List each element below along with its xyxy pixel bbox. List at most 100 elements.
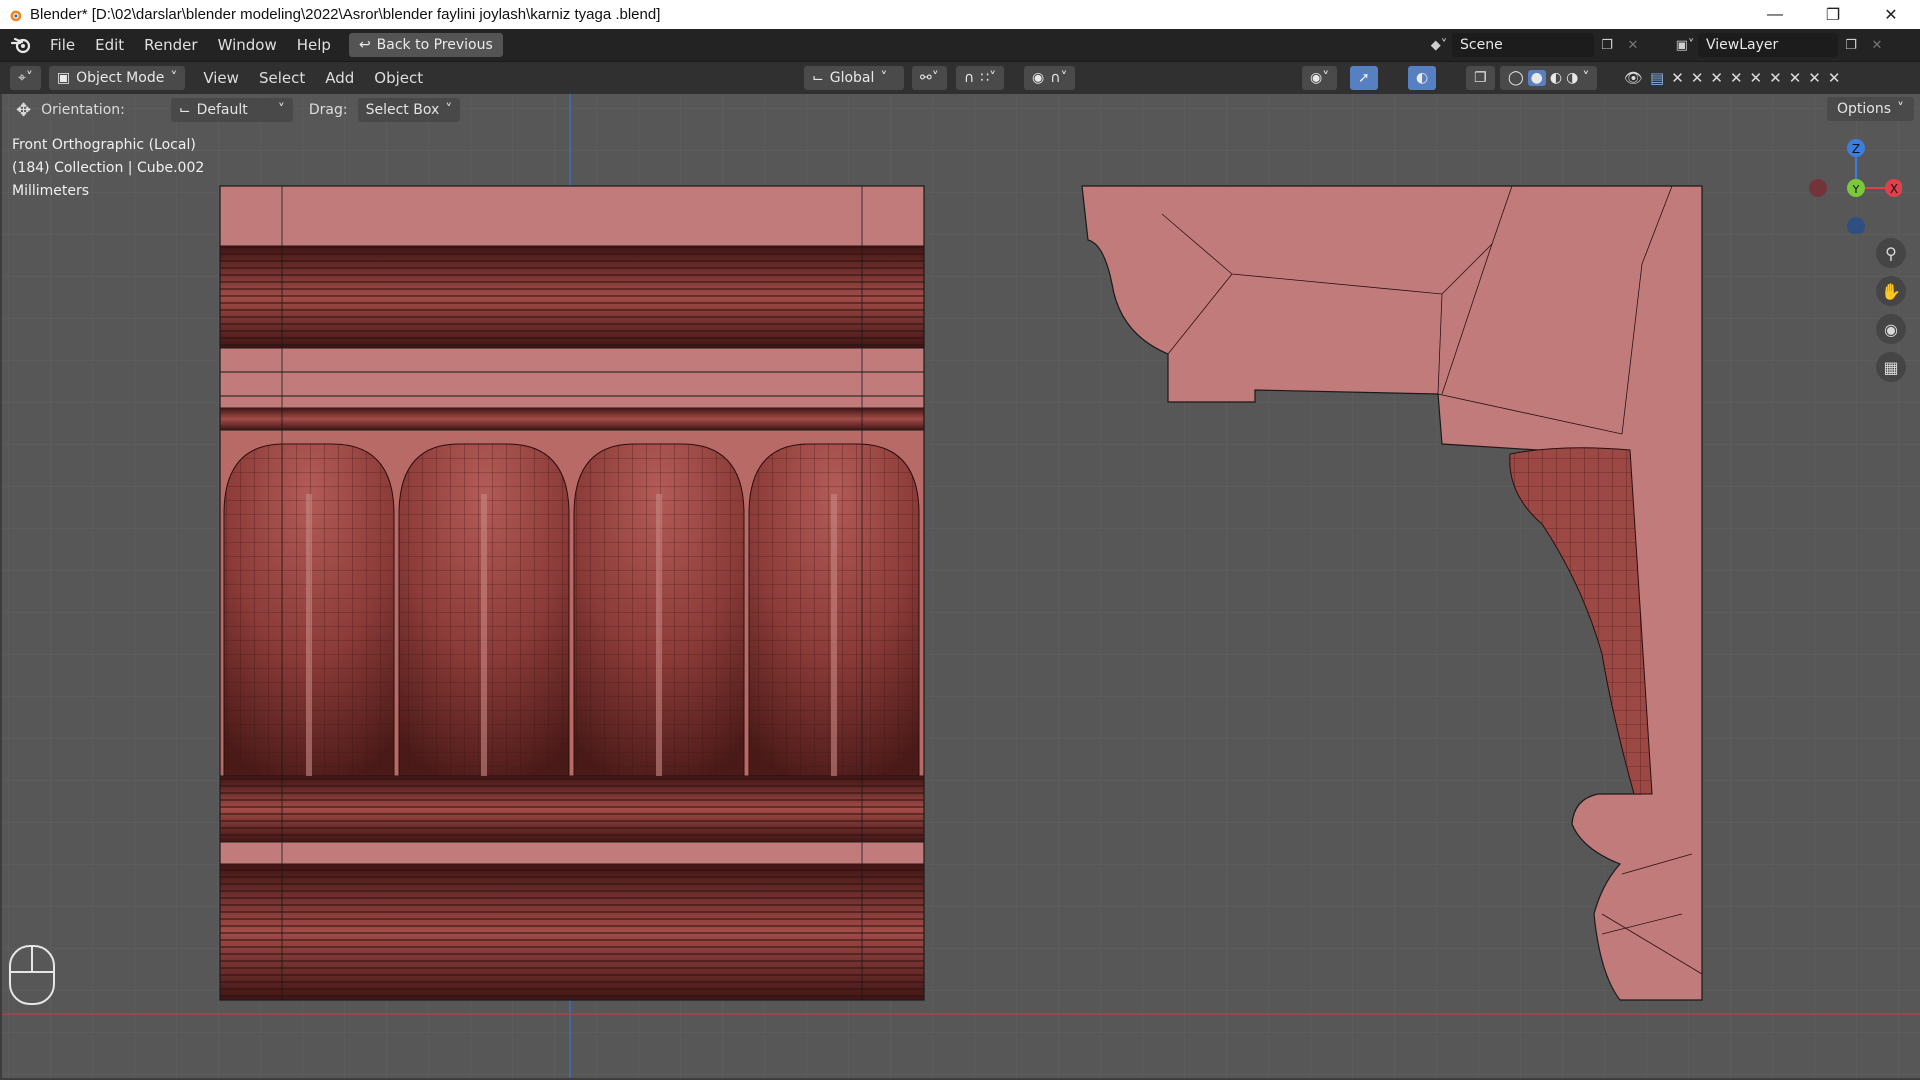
object-mode-icon: ▣ xyxy=(56,70,71,86)
rendered-shading-icon[interactable]: ◑ xyxy=(1566,70,1578,86)
visibility-dropdown[interactable]: ◉˅ xyxy=(1302,66,1338,90)
collection-disabled-icon[interactable]: ✕ xyxy=(1750,69,1763,87)
options-dropdown[interactable]: Options ˅ xyxy=(1826,97,1914,121)
tool-settings-bar: ✥ Orientation: ⌙ Default ˅ Drag: Select … xyxy=(16,97,461,123)
snap-grid-icon: ∷˅ xyxy=(980,70,997,86)
collection-disabled-icon[interactable]: ✕ xyxy=(1691,69,1704,87)
top-menu-bar: File Edit Render Window Help ↩ Back to P… xyxy=(0,29,1920,62)
transform-orientation-label: Global xyxy=(829,70,875,86)
view-name-text: Front Orthographic (Local) xyxy=(12,137,196,153)
collection-disabled-icon[interactable]: ✕ xyxy=(1808,69,1821,87)
chevron-down-icon: ˅ xyxy=(170,70,178,86)
gizmo-neg-z-axis xyxy=(1847,217,1865,234)
scene-selector[interactable]: ◆˅ Scene ❐ ✕ xyxy=(1426,32,1646,58)
collection-disabled-icon[interactable]: ✕ xyxy=(1671,69,1684,87)
move-tool-icon[interactable]: ✥ xyxy=(16,100,31,121)
material-shading-icon[interactable]: ◐ xyxy=(1550,70,1562,86)
chevron-down-icon: ˅ xyxy=(445,102,453,118)
delete-scene-icon[interactable]: ✕ xyxy=(1620,33,1646,57)
collection-info-text: (184) Collection | Cube.002 xyxy=(12,160,205,176)
collection-disabled-icon[interactable]: ✕ xyxy=(1730,69,1743,87)
editor-type-button[interactable]: ⌖˅ xyxy=(10,66,41,90)
scene-name-field[interactable]: Scene xyxy=(1452,33,1594,57)
back-to-previous-label: Back to Previous xyxy=(376,37,493,53)
solid-shading-icon[interactable]: ● xyxy=(1527,70,1546,86)
chevron-down-icon[interactable]: ˅ xyxy=(1582,70,1589,86)
orientation-value: Default xyxy=(196,102,248,118)
gizmo-x-label: X xyxy=(1890,182,1898,196)
transform-orientation-dropdown[interactable]: ⌙ Global ˅ xyxy=(804,66,904,90)
xray-icon: ❐ xyxy=(1474,70,1487,86)
navigation-gizmo[interactable]: Z X Y xyxy=(1802,134,1902,234)
overlays-toggle[interactable]: ◐ xyxy=(1408,66,1437,90)
cornice-front-mesh[interactable] xyxy=(219,185,925,1001)
pivot-icon: ⚯˅ xyxy=(920,70,939,86)
collection-disabled-icon[interactable]: ✕ xyxy=(1828,69,1841,87)
orientation-default-icon: ⌙ xyxy=(178,102,191,118)
orthographic-grid-icon[interactable]: ▦ xyxy=(1876,352,1906,382)
orientation-axes-icon: ⌙ xyxy=(812,70,824,86)
restore-icon[interactable]: ❐ xyxy=(1804,0,1862,29)
close-icon[interactable]: ✕ xyxy=(1862,0,1920,29)
view-layer-selector[interactable]: ▣˅ ViewLayer ❐ ✕ xyxy=(1672,32,1890,58)
units-text: Millimeters xyxy=(12,183,90,199)
object-mode-label: Object Mode xyxy=(76,70,165,86)
selectability-icon: ◉˅ xyxy=(1310,70,1330,86)
collection-disabled-icon[interactable]: ✕ xyxy=(1769,69,1782,87)
wireframe-shading-icon[interactable]: ◯ xyxy=(1508,70,1524,86)
xray-toggle[interactable]: ❐ xyxy=(1466,66,1495,90)
viewport-header: ⌖˅ ▣ Object Mode ˅ View Select Add Objec… xyxy=(0,62,1920,94)
camera-icon[interactable]: ◉ xyxy=(1876,314,1906,344)
pivot-point-dropdown[interactable]: ⚯˅ xyxy=(912,66,947,90)
menu-help[interactable]: Help xyxy=(287,36,341,54)
gizmo-icon: ➚ xyxy=(1358,70,1370,86)
shading-mode-group[interactable]: ◯ ● ◐ ◑ ˅ xyxy=(1500,66,1598,90)
delete-view-layer-icon[interactable]: ✕ xyxy=(1864,33,1890,57)
3d-viewport[interactable]: ✥ Orientation: ⌙ Default ˅ Drag: Select … xyxy=(2,94,1920,1078)
scene-icon[interactable]: ◆˅ xyxy=(1426,33,1452,57)
options-label: Options xyxy=(1836,101,1891,117)
chevron-down-icon: ˅ xyxy=(1897,101,1904,117)
viewport-canvas[interactable] xyxy=(2,94,1920,1078)
gizmo-y-label: Y xyxy=(1852,183,1860,196)
drag-value: Select Box xyxy=(365,102,440,118)
menu-edit[interactable]: Edit xyxy=(85,36,134,54)
3d-viewport-icon: ⌖˅ xyxy=(18,70,33,86)
new-view-layer-icon[interactable]: ❐ xyxy=(1838,33,1864,57)
snap-toggle[interactable]: ∩ ∷˅ xyxy=(956,66,1005,90)
proportional-editing-toggle[interactable]: ◉ ∩˅ xyxy=(1024,66,1076,90)
collection-disabled-icon[interactable]: ✕ xyxy=(1710,69,1723,87)
chevron-down-icon: ˅ xyxy=(277,102,285,118)
gizmo-toggle[interactable]: ➚ xyxy=(1350,66,1378,90)
collection-disabled-icon[interactable]: ✕ xyxy=(1789,69,1802,87)
new-scene-icon[interactable]: ❐ xyxy=(1594,33,1620,57)
orientation-label: Orientation: xyxy=(41,102,125,118)
back-to-previous-button[interactable]: ↩ Back to Previous xyxy=(348,33,503,57)
collection-toggle-icon[interactable]: ▤ xyxy=(1650,69,1664,87)
pan-hand-icon[interactable]: ✋ xyxy=(1876,276,1906,306)
zoom-icon[interactable]: ⚲ xyxy=(1876,238,1906,268)
proportional-icon: ◉ xyxy=(1032,70,1045,86)
menu-window[interactable]: Window xyxy=(208,36,287,54)
orientation-dropdown[interactable]: ⌙ Default ˅ xyxy=(170,98,293,122)
menu-object[interactable]: Object xyxy=(364,69,433,87)
falloff-icon: ∩˅ xyxy=(1050,70,1068,86)
view-layer-name-field[interactable]: ViewLayer xyxy=(1698,33,1838,57)
overlays-icon: ◐ xyxy=(1416,70,1429,86)
back-icon: ↩ xyxy=(358,37,371,53)
menu-add[interactable]: Add xyxy=(315,69,364,87)
menu-view[interactable]: View xyxy=(193,69,249,87)
eye-icon[interactable]: 👁 xyxy=(1624,69,1643,87)
minimize-icon[interactable]: — xyxy=(1746,0,1804,29)
view-layer-icon[interactable]: ▣˅ xyxy=(1672,33,1698,57)
window-title: Blender* [D:\02\darslar\blender modeling… xyxy=(30,6,661,23)
gizmo-neg-x-axis xyxy=(1809,179,1827,197)
object-mode-dropdown[interactable]: ▣ Object Mode ˅ xyxy=(48,66,186,90)
blender-logo-icon[interactable] xyxy=(10,34,32,56)
menu-select[interactable]: Select xyxy=(249,69,315,87)
menu-render[interactable]: Render xyxy=(134,36,207,54)
drag-label: Drag: xyxy=(308,102,348,118)
drag-dropdown[interactable]: Select Box ˅ xyxy=(357,98,461,122)
gizmo-z-label: Z xyxy=(1852,142,1860,156)
menu-file[interactable]: File xyxy=(40,36,85,54)
